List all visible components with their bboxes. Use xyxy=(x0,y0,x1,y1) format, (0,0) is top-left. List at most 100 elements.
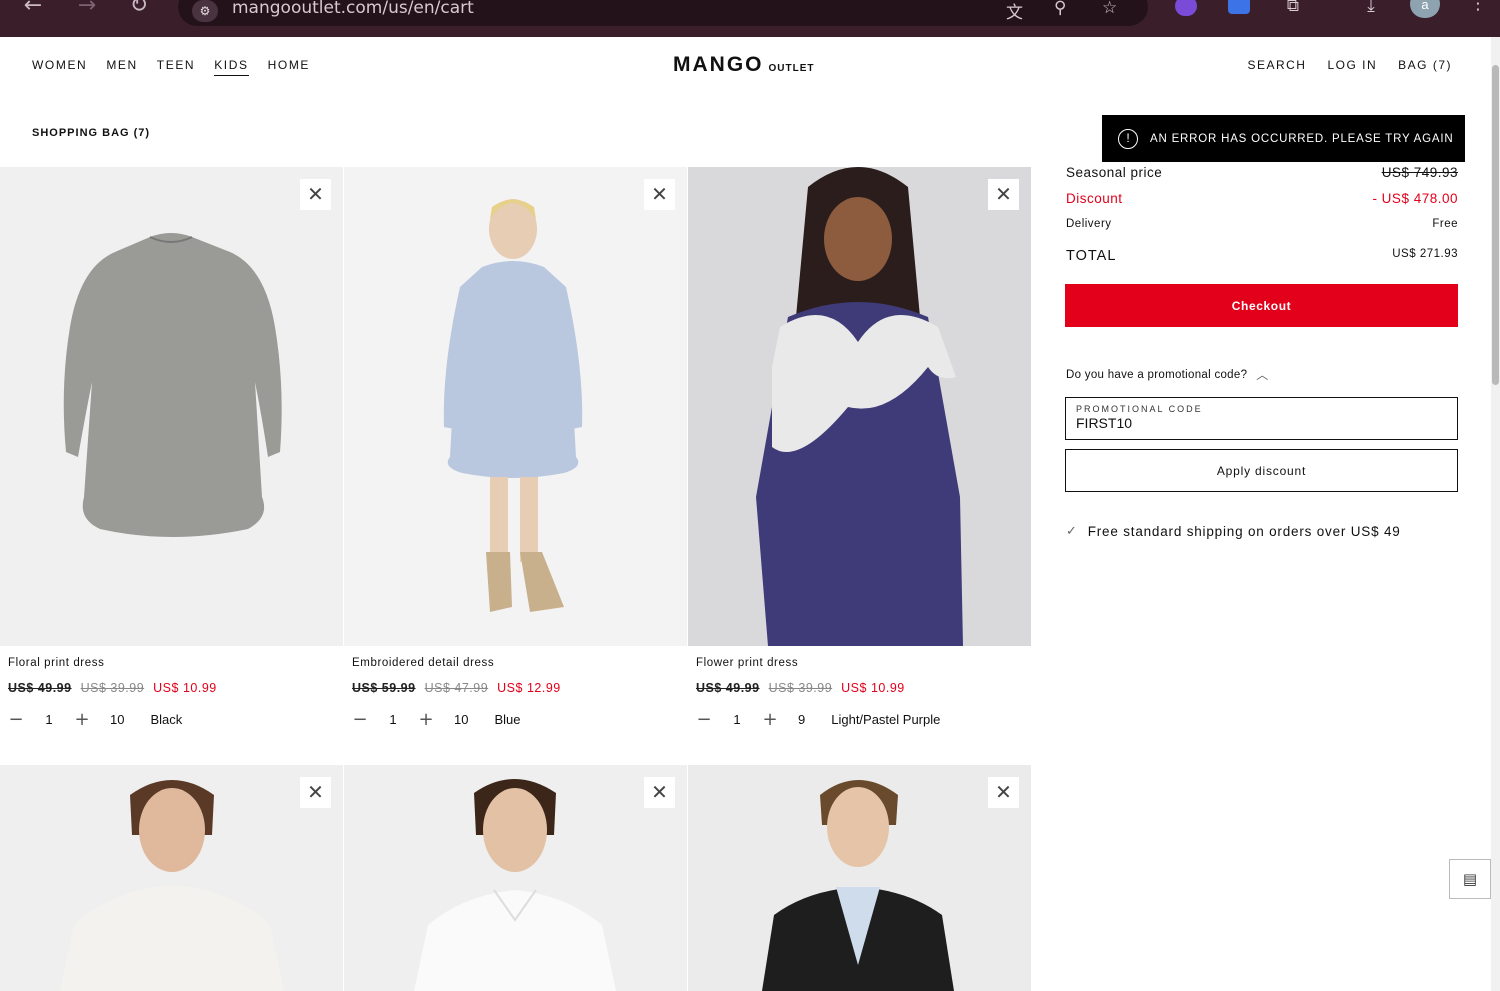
remove-item-icon[interactable]: ✕ xyxy=(300,777,331,808)
color-value[interactable]: Black xyxy=(150,712,182,727)
cart-item: ✕ xyxy=(688,765,1031,991)
remove-item-icon[interactable]: ✕ xyxy=(644,777,675,808)
promo-code-field[interactable]: PROMOTIONAL CODE xyxy=(1065,397,1458,440)
address-bar[interactable]: ⚙ mangooutlet.com/us/en/cart 文 ⚲ ☆ xyxy=(178,0,1148,26)
chevron-up-icon: ︿ xyxy=(1256,368,1269,382)
total-value: US$ 271.93 xyxy=(1392,248,1458,260)
total-row: TOTAL US$ 271.93 xyxy=(1066,248,1458,264)
shipping-note: ✓ Free standard shipping on orders over … xyxy=(1066,524,1401,539)
back-icon[interactable]: ← xyxy=(18,0,48,20)
cart-item: ✕ Embroidered detail dress US$ 59.99 US$… xyxy=(344,167,687,757)
nav-men[interactable]: MEN xyxy=(106,58,137,76)
increase-quantity-icon[interactable]: + xyxy=(762,709,778,730)
seasonal-price-row: Seasonal price US$ 749.93 xyxy=(1066,165,1458,180)
product-image[interactable]: ✕ xyxy=(344,765,687,991)
scrollbar-thumb[interactable] xyxy=(1492,65,1499,385)
cart-item: ✕ Floral print dress US$ 49.99 US$ 39.99… xyxy=(0,167,343,757)
search-link[interactable]: SEARCH xyxy=(1247,58,1306,72)
download-icon[interactable]: ⤓ xyxy=(1358,0,1384,16)
remove-item-icon[interactable]: ✕ xyxy=(644,179,675,210)
size-value[interactable]: 9 xyxy=(798,712,805,727)
size-value[interactable]: 10 xyxy=(454,712,468,727)
browser-toolbar: ← → ↻ ⚙ mangooutlet.com/us/en/cart 文 ⚲ ☆… xyxy=(0,0,1500,37)
sale-price: US$ 10.99 xyxy=(153,681,217,695)
profile-avatar-icon[interactable]: a xyxy=(1410,0,1440,18)
decrease-quantity-icon[interactable]: − xyxy=(352,709,368,730)
product-image[interactable]: ✕ xyxy=(0,167,343,646)
reload-icon[interactable]: ↻ xyxy=(124,0,154,20)
product-name[interactable]: Embroidered detail dress xyxy=(352,657,494,669)
original-price: US$ 49.99 xyxy=(8,681,72,695)
size-value[interactable]: 10 xyxy=(110,712,124,727)
checkmark-icon: ✓ xyxy=(1066,524,1078,539)
previous-price: US$ 39.99 xyxy=(768,681,833,695)
quantity-value: 1 xyxy=(389,712,397,727)
product-image[interactable]: ✕ xyxy=(688,167,1031,646)
delivery-value: Free xyxy=(1432,218,1458,230)
chat-icon[interactable]: ▤ xyxy=(1449,859,1491,899)
original-price: US$ 49.99 xyxy=(696,681,760,695)
alert-circle-icon: ! xyxy=(1118,128,1138,149)
promo-code-label: PROMOTIONAL CODE xyxy=(1076,404,1203,414)
translate-extension-icon[interactable] xyxy=(1228,0,1250,14)
decrease-quantity-icon[interactable]: − xyxy=(8,709,24,730)
logo-brand: MANGO xyxy=(673,53,764,76)
discount-row: Discount - US$ 478.00 xyxy=(1066,191,1458,206)
promo-code-input[interactable] xyxy=(1076,415,1447,431)
sale-price: US$ 10.99 xyxy=(841,681,905,695)
quantity-stepper: − 1 + 9 Light/Pastel Purple xyxy=(696,709,940,730)
cart-item: ✕ xyxy=(344,765,687,991)
site-info-icon[interactable]: ⚙ xyxy=(192,0,218,22)
product-image[interactable]: ✕ xyxy=(0,765,343,991)
quantity-stepper: − 1 + 10 Black xyxy=(8,709,182,730)
forward-icon[interactable]: → xyxy=(72,0,102,20)
login-link[interactable]: LOG IN xyxy=(1327,58,1377,72)
share-icon[interactable]: ⧉ xyxy=(1280,0,1306,16)
site-header: WOMEN MEN TEEN KIDS HOME MANGO OUTLET SE… xyxy=(0,37,1500,97)
extension-icon[interactable] xyxy=(1175,0,1197,16)
product-prices: US$ 49.99 US$ 39.99 US$ 10.99 xyxy=(696,681,905,695)
sale-price: US$ 12.99 xyxy=(497,681,561,695)
discount-value: - US$ 478.00 xyxy=(1372,191,1458,206)
product-image[interactable]: ✕ xyxy=(344,167,687,646)
remove-item-icon[interactable]: ✕ xyxy=(988,777,1019,808)
remove-item-icon[interactable]: ✕ xyxy=(300,179,331,210)
page-title: SHOPPING BAG (7) xyxy=(32,127,151,139)
nav-women[interactable]: WOMEN xyxy=(32,58,87,76)
product-name[interactable]: Floral print dress xyxy=(8,657,104,669)
discount-label: Discount xyxy=(1066,191,1123,206)
increase-quantity-icon[interactable]: + xyxy=(74,709,90,730)
checkout-button[interactable]: Checkout xyxy=(1065,284,1458,327)
total-label: TOTAL xyxy=(1066,248,1117,264)
previous-price: US$ 47.99 xyxy=(424,681,489,695)
zoom-search-icon[interactable]: ⚲ xyxy=(1054,0,1066,18)
apply-discount-button[interactable]: Apply discount xyxy=(1065,449,1458,492)
product-prices: US$ 49.99 US$ 39.99 US$ 10.99 xyxy=(8,681,217,695)
quantity-value: 1 xyxy=(45,712,53,727)
color-value[interactable]: Blue xyxy=(494,712,520,727)
promo-code-toggle[interactable]: Do you have a promotional code? ︿ xyxy=(1066,366,1269,383)
product-name[interactable]: Flower print dress xyxy=(696,657,798,669)
remove-item-icon[interactable]: ✕ xyxy=(988,179,1019,210)
menu-kebab-icon[interactable]: ⋮ xyxy=(1468,0,1488,14)
logo[interactable]: MANGO OUTLET xyxy=(673,53,815,77)
cart-item: ✕ xyxy=(0,765,343,991)
product-image[interactable]: ✕ xyxy=(688,765,1031,991)
bookmark-star-icon[interactable]: ☆ xyxy=(1102,0,1117,18)
nav-kids[interactable]: KIDS xyxy=(214,58,249,76)
nav-home[interactable]: HOME xyxy=(268,58,310,76)
bag-link[interactable]: BAG (7) xyxy=(1398,58,1452,72)
increase-quantity-icon[interactable]: + xyxy=(418,709,434,730)
delivery-label: Delivery xyxy=(1066,218,1112,230)
decrease-quantity-icon[interactable]: − xyxy=(696,709,712,730)
cart-item: ✕ Flower print dress US$ 49.99 US$ 39.99… xyxy=(688,167,1031,757)
logo-sub: OUTLET xyxy=(768,63,815,74)
url-text[interactable]: mangooutlet.com/us/en/cart xyxy=(232,0,474,18)
nav-teen[interactable]: TEEN xyxy=(157,58,195,76)
color-value[interactable]: Light/Pastel Purple xyxy=(831,712,940,727)
product-prices: US$ 59.99 US$ 47.99 US$ 12.99 xyxy=(352,681,561,695)
translate-icon[interactable]: 文 xyxy=(1006,0,1023,23)
promo-question: Do you have a promotional code? xyxy=(1066,368,1248,381)
main-nav: WOMEN MEN TEEN KIDS HOME xyxy=(32,58,329,76)
page-scrollbar[interactable] xyxy=(1491,37,1500,991)
